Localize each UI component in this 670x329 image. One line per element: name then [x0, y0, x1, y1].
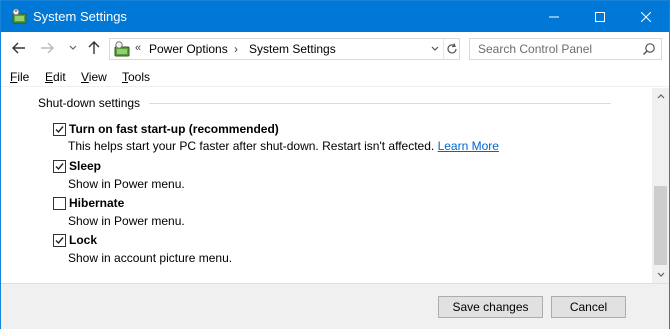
checkmark-icon [55, 237, 64, 245]
minimize-icon [549, 16, 559, 17]
scroll-thumb[interactable] [654, 186, 667, 265]
address-overflow-chevron[interactable]: « [135, 42, 141, 54]
hibernate-checkbox[interactable] [53, 197, 66, 210]
power-options-icon [11, 8, 28, 25]
sleep-description: Show in Power menu. [68, 177, 185, 191]
lock-label[interactable]: Lock [69, 233, 97, 247]
search-input[interactable] [470, 39, 638, 59]
learn-more-link[interactable]: Learn More [438, 139, 499, 153]
fast-startup-description: This helps start your PC faster after sh… [68, 139, 499, 153]
recent-locations-button[interactable] [64, 39, 82, 57]
chevron-down-icon [431, 46, 438, 51]
maximize-button[interactable] [577, 1, 623, 32]
menu-tools[interactable]: Tools [122, 70, 150, 84]
settings-content: Shut-down settings Turn on fast start-up… [1, 88, 652, 283]
navigation-bar: « Power Options › System Settings [1, 32, 669, 65]
chevron-down-icon [69, 45, 77, 50]
sleep-checkbox[interactable] [53, 160, 66, 173]
fast-startup-checkbox[interactable] [53, 123, 66, 136]
minimize-button[interactable] [531, 1, 577, 32]
hibernate-description: Show in Power menu. [68, 214, 185, 228]
forward-arrow-icon [41, 42, 54, 54]
menu-bar: File Edit View Tools [1, 65, 669, 87]
chevron-up-icon [657, 94, 664, 99]
hibernate-label[interactable]: Hibernate [69, 196, 124, 210]
address-bar[interactable]: « Power Options › System Settings [109, 38, 460, 60]
maximize-icon [595, 11, 605, 22]
address-dropdown-button[interactable] [426, 39, 443, 59]
refresh-button[interactable] [443, 39, 460, 59]
lock-checkbox[interactable] [53, 234, 66, 247]
cancel-button[interactable]: Cancel [551, 296, 626, 318]
breadcrumb-power-options[interactable]: Power Options [149, 42, 228, 56]
chevron-down-icon [657, 272, 664, 277]
sleep-label[interactable]: Sleep [69, 159, 101, 173]
lock-description: Show in account picture menu. [68, 251, 233, 265]
menu-view[interactable]: View [81, 70, 107, 84]
close-icon [641, 11, 651, 22]
refresh-icon [447, 43, 457, 54]
scroll-down-button[interactable] [652, 266, 669, 283]
fast-startup-description-text: This helps start your PC faster after sh… [68, 139, 435, 153]
breadcrumb-separator[interactable]: › [234, 42, 238, 56]
close-button[interactable] [623, 1, 669, 32]
dialog-footer: Save changes Cancel [1, 283, 669, 329]
forward-button[interactable] [38, 39, 56, 57]
title-bar[interactable]: System Settings [1, 1, 669, 32]
back-arrow-icon [12, 42, 25, 54]
system-settings-window: System Settings « Power Options › System… [0, 0, 670, 329]
section-title: Shut-down settings [38, 96, 141, 110]
save-changes-button[interactable]: Save changes [438, 296, 543, 318]
power-options-icon [113, 40, 131, 58]
up-arrow-icon [88, 41, 100, 54]
menu-file[interactable]: File [10, 70, 29, 84]
checkmark-icon [55, 163, 64, 171]
window-title: System Settings [33, 9, 127, 24]
checkmark-icon [55, 126, 64, 134]
vertical-scrollbar[interactable] [652, 88, 669, 283]
search-icon[interactable] [642, 42, 656, 56]
search-box[interactable] [469, 38, 662, 60]
breadcrumb-system-settings[interactable]: System Settings [249, 42, 336, 56]
section-divider [149, 103, 611, 104]
scroll-up-button[interactable] [652, 88, 669, 105]
up-button[interactable] [85, 39, 103, 57]
fast-startup-label[interactable]: Turn on fast start-up (recommended) [69, 122, 279, 136]
back-button[interactable] [10, 39, 28, 57]
menu-edit[interactable]: Edit [45, 70, 66, 84]
